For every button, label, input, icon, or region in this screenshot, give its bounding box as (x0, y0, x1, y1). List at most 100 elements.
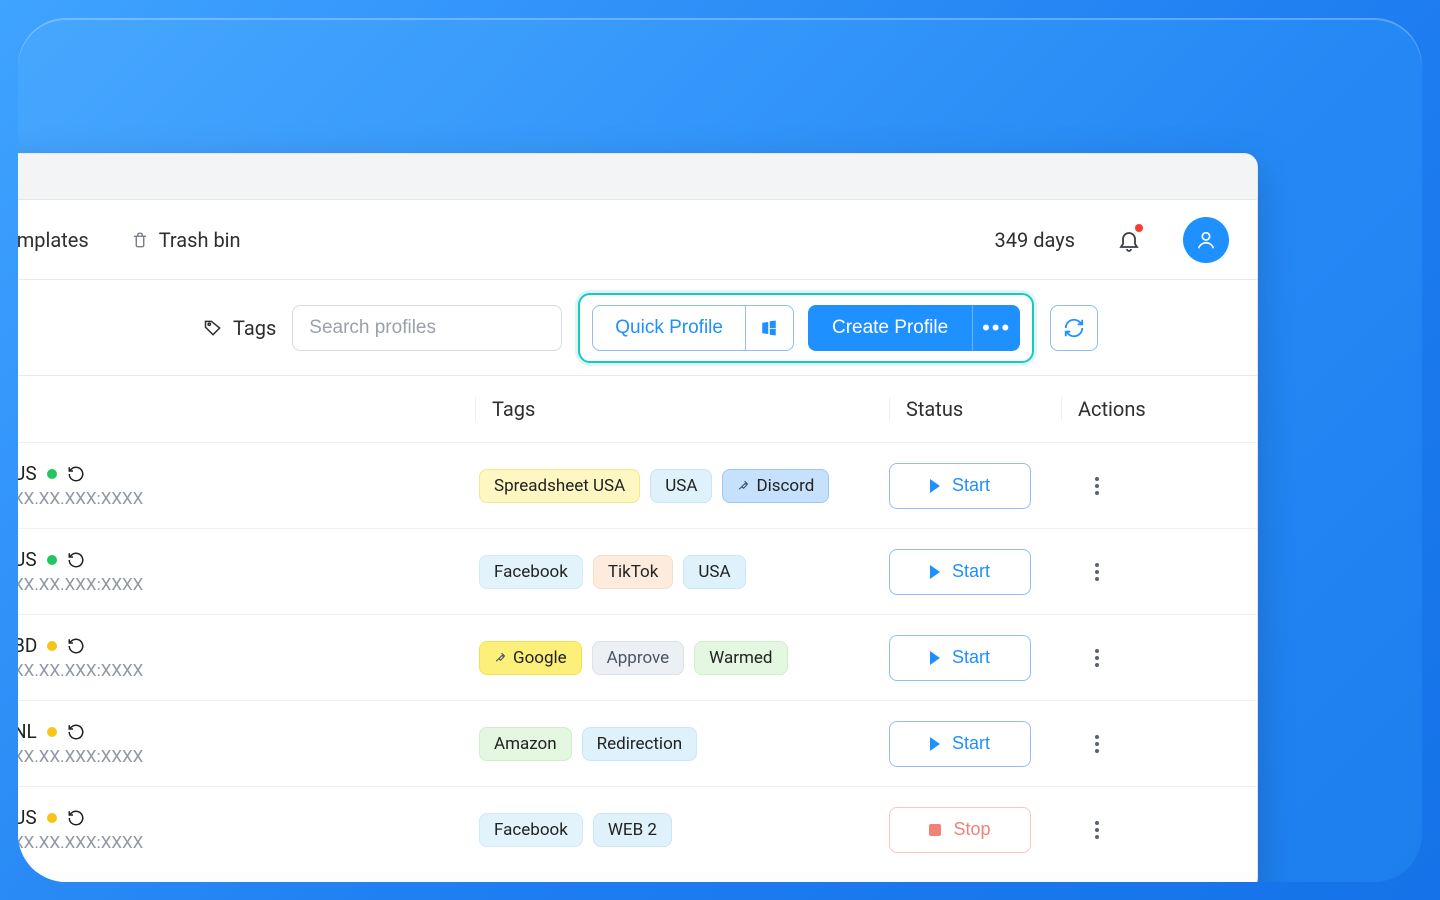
reload-icon (67, 551, 85, 569)
tags-cell: Google Approve Warmed (475, 641, 889, 675)
tag-label: Approve (607, 648, 670, 668)
country-code: US (18, 548, 37, 571)
create-buttons-highlight: Quick Profile Create Profile ••• (578, 293, 1034, 363)
tag-chip[interactable]: Facebook (479, 555, 583, 589)
proxy-reload-button[interactable] (67, 551, 85, 569)
reload-icon (67, 723, 85, 741)
row-menu-button[interactable] (1085, 732, 1109, 756)
trash-icon (131, 230, 149, 250)
refresh-icon (1063, 317, 1085, 339)
tag-chip[interactable]: USA (683, 555, 745, 589)
pin-icon (494, 651, 507, 664)
start-label: Start (952, 647, 990, 668)
quick-profile-button[interactable]: Quick Profile (592, 305, 746, 351)
proxy-cell: BD XX.XX.XXX:XXXX (18, 634, 475, 681)
proxy-cell: US XX.XX.XXX:XXXX (18, 462, 475, 509)
tag-chip[interactable]: Warmed (694, 641, 787, 675)
status-dot-icon (47, 641, 57, 651)
tag-chip[interactable]: Approve (592, 641, 685, 675)
notifications-button[interactable] (1117, 228, 1141, 252)
tag-chip[interactable]: Amazon (479, 727, 572, 761)
create-profile-group: Create Profile ••• (808, 305, 1020, 351)
proxy-reload-button[interactable] (67, 465, 85, 483)
status-dot-icon (47, 469, 57, 479)
nav-trash-bin[interactable]: Trash bin (131, 228, 241, 252)
actions-cell (1061, 646, 1257, 670)
tag-label: Google (513, 648, 567, 668)
proxy-reload-button[interactable] (67, 809, 85, 827)
tag-label: Facebook (494, 562, 568, 582)
refresh-button[interactable] (1050, 305, 1098, 351)
tag-label: Redirection (597, 734, 683, 754)
profile-rows: US XX.XX.XXX:XXXX Spreadsheet USA USA Disc… (18, 442, 1257, 872)
app-window: Proxies Templates Trash bin 349 days Tag… (18, 153, 1258, 882)
tag-label: WEB 2 (608, 820, 657, 840)
nav-trash-label: Trash bin (159, 228, 241, 252)
stop-label: Stop (953, 819, 990, 840)
tag-label: Warmed (709, 648, 772, 668)
proxy-reload-button[interactable] (67, 637, 85, 655)
status-cell: Start (889, 721, 1061, 767)
windows-icon (760, 319, 778, 337)
actions-cell (1061, 560, 1257, 584)
status-dot-icon (47, 727, 57, 737)
tag-chip[interactable]: Google (479, 641, 582, 675)
start-button[interactable]: Start (889, 463, 1031, 509)
create-profile-more-button[interactable]: ••• (972, 305, 1020, 351)
start-label: Start (952, 561, 990, 582)
start-button[interactable]: Start (889, 635, 1031, 681)
tag-chip[interactable]: Discord (722, 469, 829, 503)
play-icon (930, 651, 940, 665)
proxy-address: XX.XX.XXX:XXXX (18, 747, 475, 767)
table-row: US XX.XX.XXX:XXXX FacebookTikTokUSA Star… (18, 528, 1257, 614)
header-tags: Tags (475, 397, 889, 421)
table-row: NL XX.XX.XXX:XXXX AmazonRedirection Star… (18, 700, 1257, 786)
tag-label: Facebook (494, 820, 568, 840)
status-dot-icon (47, 555, 57, 565)
row-menu-button[interactable] (1085, 560, 1109, 584)
top-nav: Proxies Templates Trash bin 349 days (18, 200, 1257, 280)
actions-cell (1061, 474, 1257, 498)
search-input[interactable] (292, 305, 562, 351)
proxy-address: XX.XX.XXX:XXXX (18, 489, 475, 509)
tag-chip[interactable]: WEB 2 (593, 813, 672, 847)
status-cell: Start (889, 549, 1061, 595)
tags-cell: Facebook WEB 2 (475, 813, 889, 847)
status-cell: Start (889, 463, 1061, 509)
table-row: BD XX.XX.XXX:XXXX Google Approve Warmed St… (18, 614, 1257, 700)
reload-icon (67, 637, 85, 655)
stop-button[interactable]: Stop (889, 807, 1031, 853)
table-row: US XX.XX.XXX:XXXX Spreadsheet USA USA Disc… (18, 442, 1257, 528)
row-menu-button[interactable] (1085, 474, 1109, 498)
tag-label: USA (665, 476, 697, 496)
country-code: US (18, 806, 37, 829)
user-icon (1195, 229, 1217, 251)
account-avatar-button[interactable] (1183, 217, 1229, 263)
row-menu-button[interactable] (1085, 818, 1109, 842)
status-cell: Stop (889, 807, 1061, 853)
pin-icon (737, 479, 750, 492)
tags-filter[interactable]: Tags (203, 316, 276, 340)
play-icon (930, 479, 940, 493)
tags-cell: Amazon Redirection (475, 727, 889, 761)
row-menu-button[interactable] (1085, 646, 1109, 670)
tag-chip[interactable]: Redirection (582, 727, 698, 761)
proxy-reload-button[interactable] (67, 723, 85, 741)
proxy-address: XX.XX.XXX:XXXX (18, 661, 475, 681)
proxy-address: XX.XX.XXX:XXXX (18, 833, 475, 853)
proxy-cell: US XX.XX.XXX:XXXX (18, 806, 475, 853)
create-profile-button[interactable]: Create Profile (808, 305, 972, 351)
quick-profile-os-button[interactable] (746, 305, 794, 351)
tag-chip[interactable]: Spreadsheet USA (479, 469, 640, 503)
start-button[interactable]: Start (889, 721, 1031, 767)
tag-chip[interactable]: TikTok (593, 555, 674, 589)
tag-chip[interactable]: USA (650, 469, 712, 503)
toolbar: Tags Quick Profile Create Profile ••• (18, 280, 1257, 376)
start-label: Start (952, 475, 990, 496)
actions-cell (1061, 818, 1257, 842)
status-dot-icon (47, 813, 57, 823)
nav-templates[interactable]: Templates (18, 228, 89, 252)
window-titlebar (18, 154, 1257, 200)
tag-chip[interactable]: Facebook (479, 813, 583, 847)
start-button[interactable]: Start (889, 549, 1031, 595)
